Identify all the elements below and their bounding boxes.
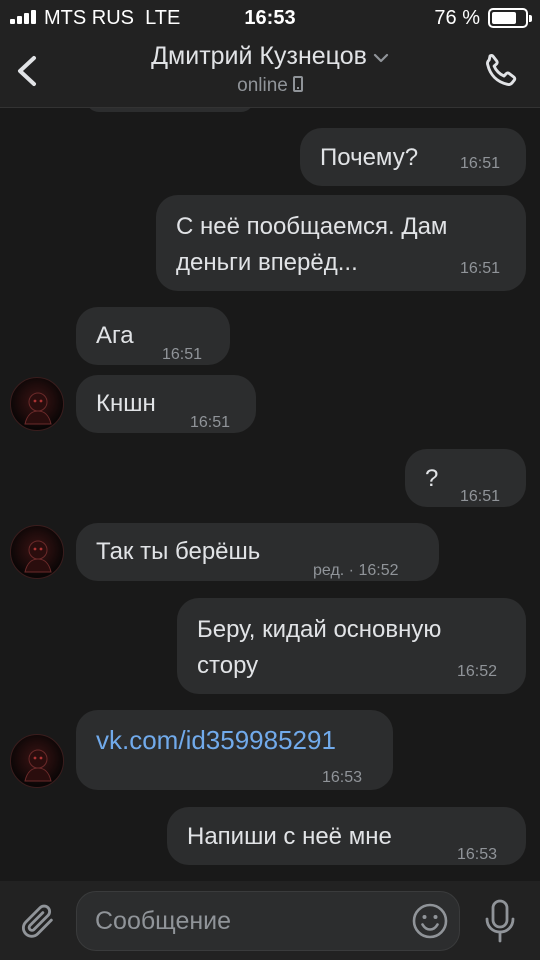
message-text-line: С неё пообщаемся. Дам [176, 213, 448, 240]
message-incoming[interactable]: vk.com/id359985291 16:53 [76, 710, 393, 790]
presence-status: online [0, 75, 540, 97]
presence-text: online [237, 75, 288, 96]
contact-avatar[interactable] [10, 377, 64, 431]
message-time: 16:53 [457, 846, 498, 863]
contact-name: Дмитрий Кузнецов [151, 42, 367, 70]
battery-percentage: 76 % [434, 7, 480, 29]
message-text-line: Беру, кидай основную [197, 616, 442, 643]
emoji-icon [412, 903, 448, 939]
message-text: ? [425, 465, 439, 492]
message-time: 16:53 [322, 769, 363, 786]
message-text: Напиши с неё мне [187, 823, 392, 850]
message-outgoing[interactable]: Почему? 16:51 [300, 128, 526, 186]
mobile-phone-icon [292, 76, 303, 93]
message-incoming[interactable]: Так ты берёшь ред. · 16:52 [76, 523, 439, 581]
attach-button[interactable] [18, 899, 58, 943]
message-incoming[interactable]: Кншн 16:51 [76, 375, 256, 433]
message-text: Ага [96, 322, 134, 349]
message-outgoing[interactable]: Беру, кидай основную стору 16:52 [177, 598, 526, 694]
contact-avatar[interactable] [10, 734, 64, 788]
message-input[interactable] [76, 891, 460, 951]
contact-avatar[interactable] [10, 525, 64, 579]
message-composer [0, 881, 540, 960]
profile-link[interactable]: vk.com/id359985291 [96, 722, 393, 758]
message-text: Почему? [320, 144, 419, 171]
message-text: Так ты берёшь [96, 538, 261, 565]
message-time: 16:52 [457, 663, 498, 680]
paperclip-icon [21, 904, 53, 938]
message-text: Кншн [96, 390, 156, 417]
chat-header: Дмитрий Кузнецов online [0, 36, 540, 108]
chevron-down-icon [373, 53, 388, 62]
message-outgoing[interactable]: С неё пообщаемся. Дам деньги вперёд... 1… [156, 195, 526, 291]
message-time: ред. · 16:52 [313, 562, 399, 579]
call-button[interactable] [478, 50, 522, 94]
message-time: 16:51 [190, 414, 231, 431]
message-time: 16:51 [460, 155, 501, 172]
message-list[interactable]: Почему? 16:51 С неё пообщаемся. Дам день… [0, 108, 540, 881]
message-time: 16:51 [460, 260, 501, 277]
clipped-message [86, 108, 254, 112]
message-outgoing[interactable]: ? 16:51 [405, 449, 526, 507]
message-time: 16:51 [460, 488, 501, 505]
message-outgoing[interactable]: Напиши с неё мне 16:53 [167, 807, 526, 865]
message-incoming[interactable]: Ага 16:51 [76, 307, 230, 365]
emoji-button[interactable] [410, 901, 450, 941]
status-bar: MTS RUS LTE 16:53 76 % [0, 0, 540, 36]
battery-icon [488, 8, 532, 28]
voice-message-button[interactable] [478, 897, 522, 945]
message-time: 16:51 [162, 346, 203, 363]
microphone-icon [485, 899, 515, 943]
phone-call-icon [486, 53, 517, 86]
contact-title[interactable]: Дмитрий Кузнецов online [0, 42, 540, 97]
